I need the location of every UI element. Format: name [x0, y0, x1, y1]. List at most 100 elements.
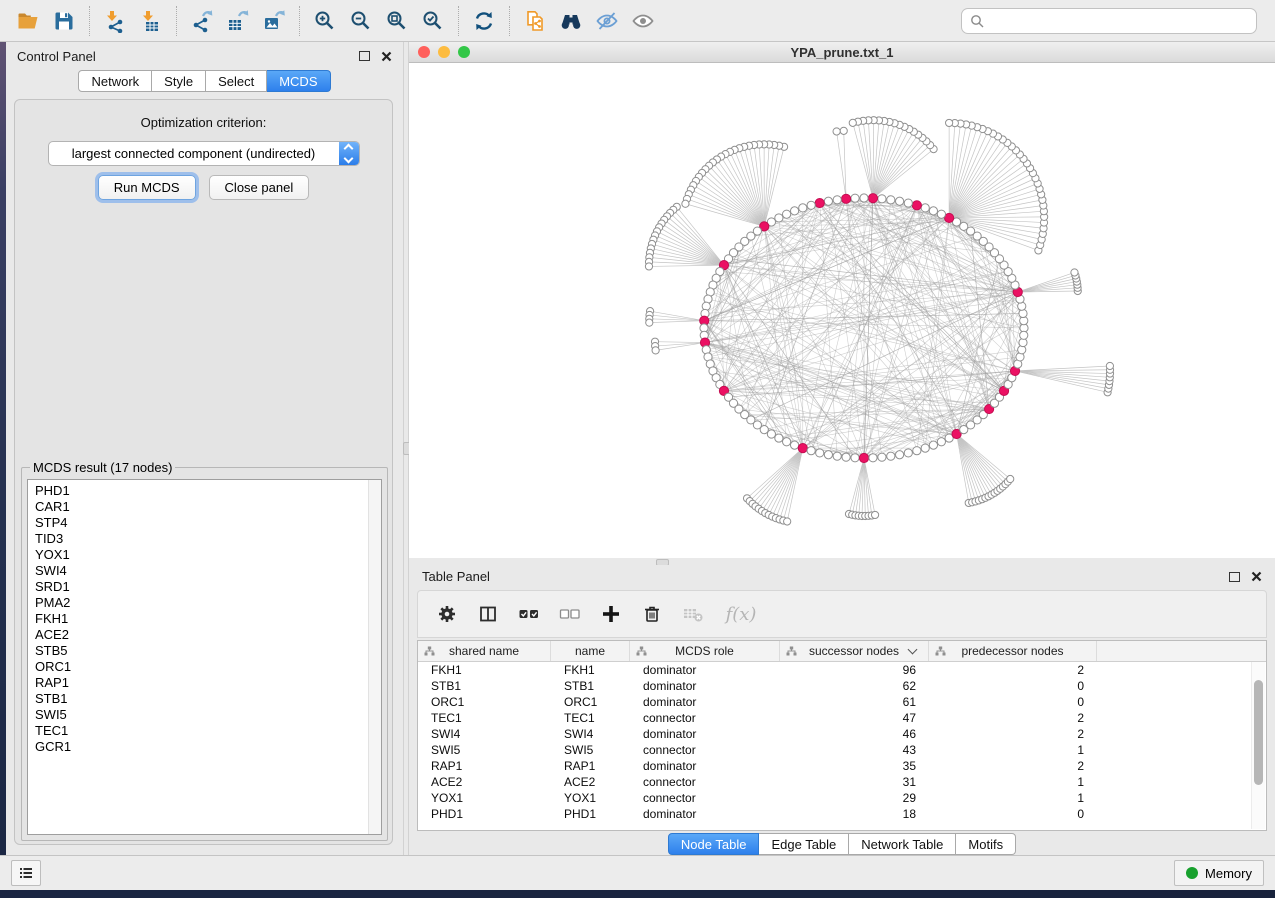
mcds-result-item[interactable]: YOX1: [35, 547, 381, 563]
leaf-node[interactable]: [946, 119, 953, 126]
network-node[interactable]: [799, 204, 807, 212]
refresh-button[interactable]: [466, 4, 502, 38]
table-row[interactable]: STB1STB1dominator620: [418, 678, 1266, 694]
leaf-node[interactable]: [784, 518, 791, 525]
table-row[interactable]: ACE2ACE2connector311: [418, 774, 1266, 790]
zoom-fit-button[interactable]: [379, 4, 415, 38]
network-node[interactable]: [937, 210, 945, 218]
network-node[interactable]: [929, 207, 937, 215]
network-node[interactable]: [816, 449, 824, 457]
mcds-result-item[interactable]: GCR1: [35, 739, 381, 755]
column-header-successor-nodes[interactable]: successor nodes: [780, 641, 929, 661]
zoom-out-button[interactable]: [343, 4, 379, 38]
horizontal-splitter[interactable]: [409, 558, 1275, 565]
delete-column-button[interactable]: [641, 603, 663, 625]
memory-button[interactable]: Memory: [1174, 860, 1264, 886]
add-column-button[interactable]: [600, 603, 622, 625]
leaf-node[interactable]: [849, 119, 856, 126]
mcds-result-item[interactable]: FKH1: [35, 611, 381, 627]
table-row[interactable]: ORC1ORC1dominator610: [418, 694, 1266, 710]
network-node[interactable]: [807, 447, 815, 455]
network-node[interactable]: [842, 453, 850, 461]
network-node[interactable]: [913, 447, 921, 455]
mcds-result-item[interactable]: RAP1: [35, 675, 381, 691]
mcds-result-item[interactable]: ORC1: [35, 659, 381, 675]
zoom-selected-button[interactable]: [415, 4, 451, 38]
table-row[interactable]: YOX1YOX1connector291: [418, 790, 1266, 806]
table-row[interactable]: SWI4SWI4dominator462: [418, 726, 1266, 742]
mcds-hub-node[interactable]: [868, 194, 877, 203]
network-graph[interactable]: [409, 63, 1275, 558]
network-node[interactable]: [878, 453, 886, 461]
tab-mcds[interactable]: MCDS: [267, 70, 330, 92]
network-node[interactable]: [904, 199, 912, 207]
window-minimize-icon[interactable]: [438, 46, 450, 58]
search-network-button[interactable]: [553, 4, 589, 38]
close-panel-icon[interactable]: [381, 51, 392, 62]
network-node[interactable]: [767, 430, 775, 438]
network-node[interactable]: [790, 207, 798, 215]
network-node[interactable]: [887, 196, 895, 204]
task-history-button[interactable]: [11, 860, 41, 886]
table-tab-motifs[interactable]: Motifs: [956, 833, 1016, 855]
tab-network[interactable]: Network: [78, 70, 152, 92]
mcds-hub-node[interactable]: [841, 194, 850, 203]
window-maximize-icon[interactable]: [458, 46, 470, 58]
close-panel-button[interactable]: Close panel: [209, 175, 310, 200]
network-canvas[interactable]: [409, 63, 1275, 558]
network-node[interactable]: [790, 441, 798, 449]
network-node[interactable]: [921, 444, 929, 452]
search-box[interactable]: [961, 8, 1257, 34]
criterion-dropdown[interactable]: largest connected component (undirected): [48, 141, 360, 166]
leaf-node[interactable]: [645, 263, 652, 270]
export-table-button[interactable]: [220, 4, 256, 38]
import-table-button[interactable]: [133, 4, 169, 38]
leaf-node[interactable]: [646, 319, 653, 326]
network-node[interactable]: [783, 210, 791, 218]
leaf-node[interactable]: [840, 127, 847, 134]
select-all-button[interactable]: [518, 603, 540, 625]
mcds-result-item[interactable]: STB5: [35, 643, 381, 659]
leaf-node[interactable]: [682, 200, 689, 207]
mcds-result-list[interactable]: PHD1CAR1STP4TID3YOX1SWI4SRD1PMA2FKH1ACE2…: [27, 479, 382, 835]
network-node[interactable]: [824, 451, 832, 459]
network-node[interactable]: [937, 438, 945, 446]
network-node[interactable]: [851, 194, 859, 202]
close-panel-icon[interactable]: [1251, 571, 1262, 582]
column-header-name[interactable]: name: [551, 641, 630, 661]
network-node[interactable]: [783, 438, 791, 446]
leaf-node[interactable]: [652, 347, 659, 354]
network-node[interactable]: [904, 449, 912, 457]
mcds-result-item[interactable]: TID3: [35, 531, 381, 547]
zoom-in-button[interactable]: [307, 4, 343, 38]
show-all-button[interactable]: [625, 4, 661, 38]
table-row[interactable]: PHD1PHD1dominator180: [418, 806, 1266, 822]
mcds-result-item[interactable]: CAR1: [35, 499, 381, 515]
tab-select[interactable]: Select: [206, 70, 267, 92]
table-tab-network-table[interactable]: Network Table: [849, 833, 956, 855]
network-node[interactable]: [896, 451, 904, 459]
mcds-hub-node[interactable]: [815, 198, 824, 207]
mcds-result-item[interactable]: PMA2: [35, 595, 381, 611]
mcds-result-item[interactable]: PHD1: [35, 483, 381, 499]
table-scrollbar-thumb[interactable]: [1254, 680, 1263, 785]
mcds-result-item[interactable]: SWI4: [35, 563, 381, 579]
network-node[interactable]: [878, 195, 886, 203]
hide-selected-button[interactable]: [589, 4, 625, 38]
table-tab-node-table[interactable]: Node Table: [668, 833, 760, 855]
mcds-hub-node[interactable]: [859, 453, 868, 462]
column-header-predecessor-nodes[interactable]: predecessor nodes: [929, 641, 1097, 661]
save-session-button[interactable]: [46, 4, 82, 38]
mcds-result-item[interactable]: SWI5: [35, 707, 381, 723]
network-node[interactable]: [833, 196, 841, 204]
column-header-shared-name[interactable]: shared name: [418, 641, 551, 661]
leaf-node[interactable]: [833, 128, 840, 135]
table-tab-edge-table[interactable]: Edge Table: [759, 833, 849, 855]
network-node[interactable]: [824, 197, 832, 205]
export-image-button[interactable]: [256, 4, 292, 38]
mcds-result-item[interactable]: STP4: [35, 515, 381, 531]
table-row[interactable]: FKH1FKH1dominator962: [418, 662, 1266, 678]
network-node[interactable]: [929, 441, 937, 449]
table-scrollbar[interactable]: [1251, 662, 1265, 829]
network-node[interactable]: [775, 214, 783, 222]
